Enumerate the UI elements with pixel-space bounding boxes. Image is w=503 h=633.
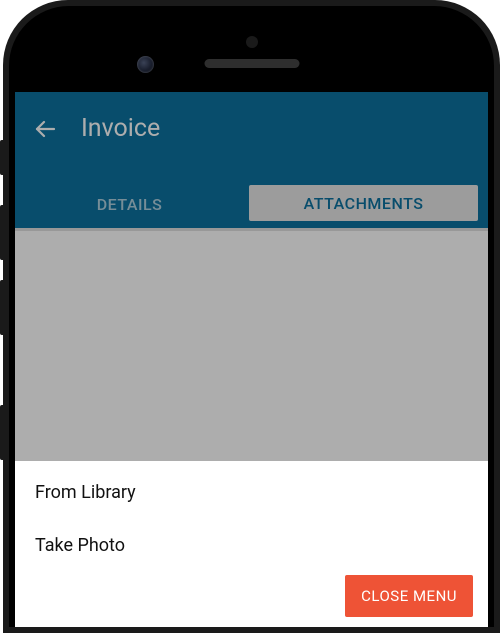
action-sheet: From Library Take Photo CLOSE MENU: [15, 461, 488, 627]
phone-body: Invoice DETAILS ATTACHMENTS: [9, 6, 494, 627]
front-camera: [137, 56, 154, 73]
screen: Invoice DETAILS ATTACHMENTS: [15, 92, 488, 627]
close-menu-label: CLOSE MENU: [361, 587, 457, 605]
sheet-item-label: Take Photo: [35, 535, 125, 556]
app-root: Invoice DETAILS ATTACHMENTS: [15, 92, 488, 627]
sheet-item-take-photo[interactable]: Take Photo: [15, 519, 488, 572]
proximity-sensor: [246, 36, 258, 48]
phone-frame: Invoice DETAILS ATTACHMENTS: [3, 0, 500, 633]
earpiece-speaker: [204, 59, 299, 68]
sheet-item-from-library[interactable]: From Library: [15, 466, 488, 519]
phone-top-bezel: [9, 6, 494, 92]
close-menu-button[interactable]: CLOSE MENU: [345, 575, 473, 617]
sheet-item-label: From Library: [35, 482, 136, 503]
